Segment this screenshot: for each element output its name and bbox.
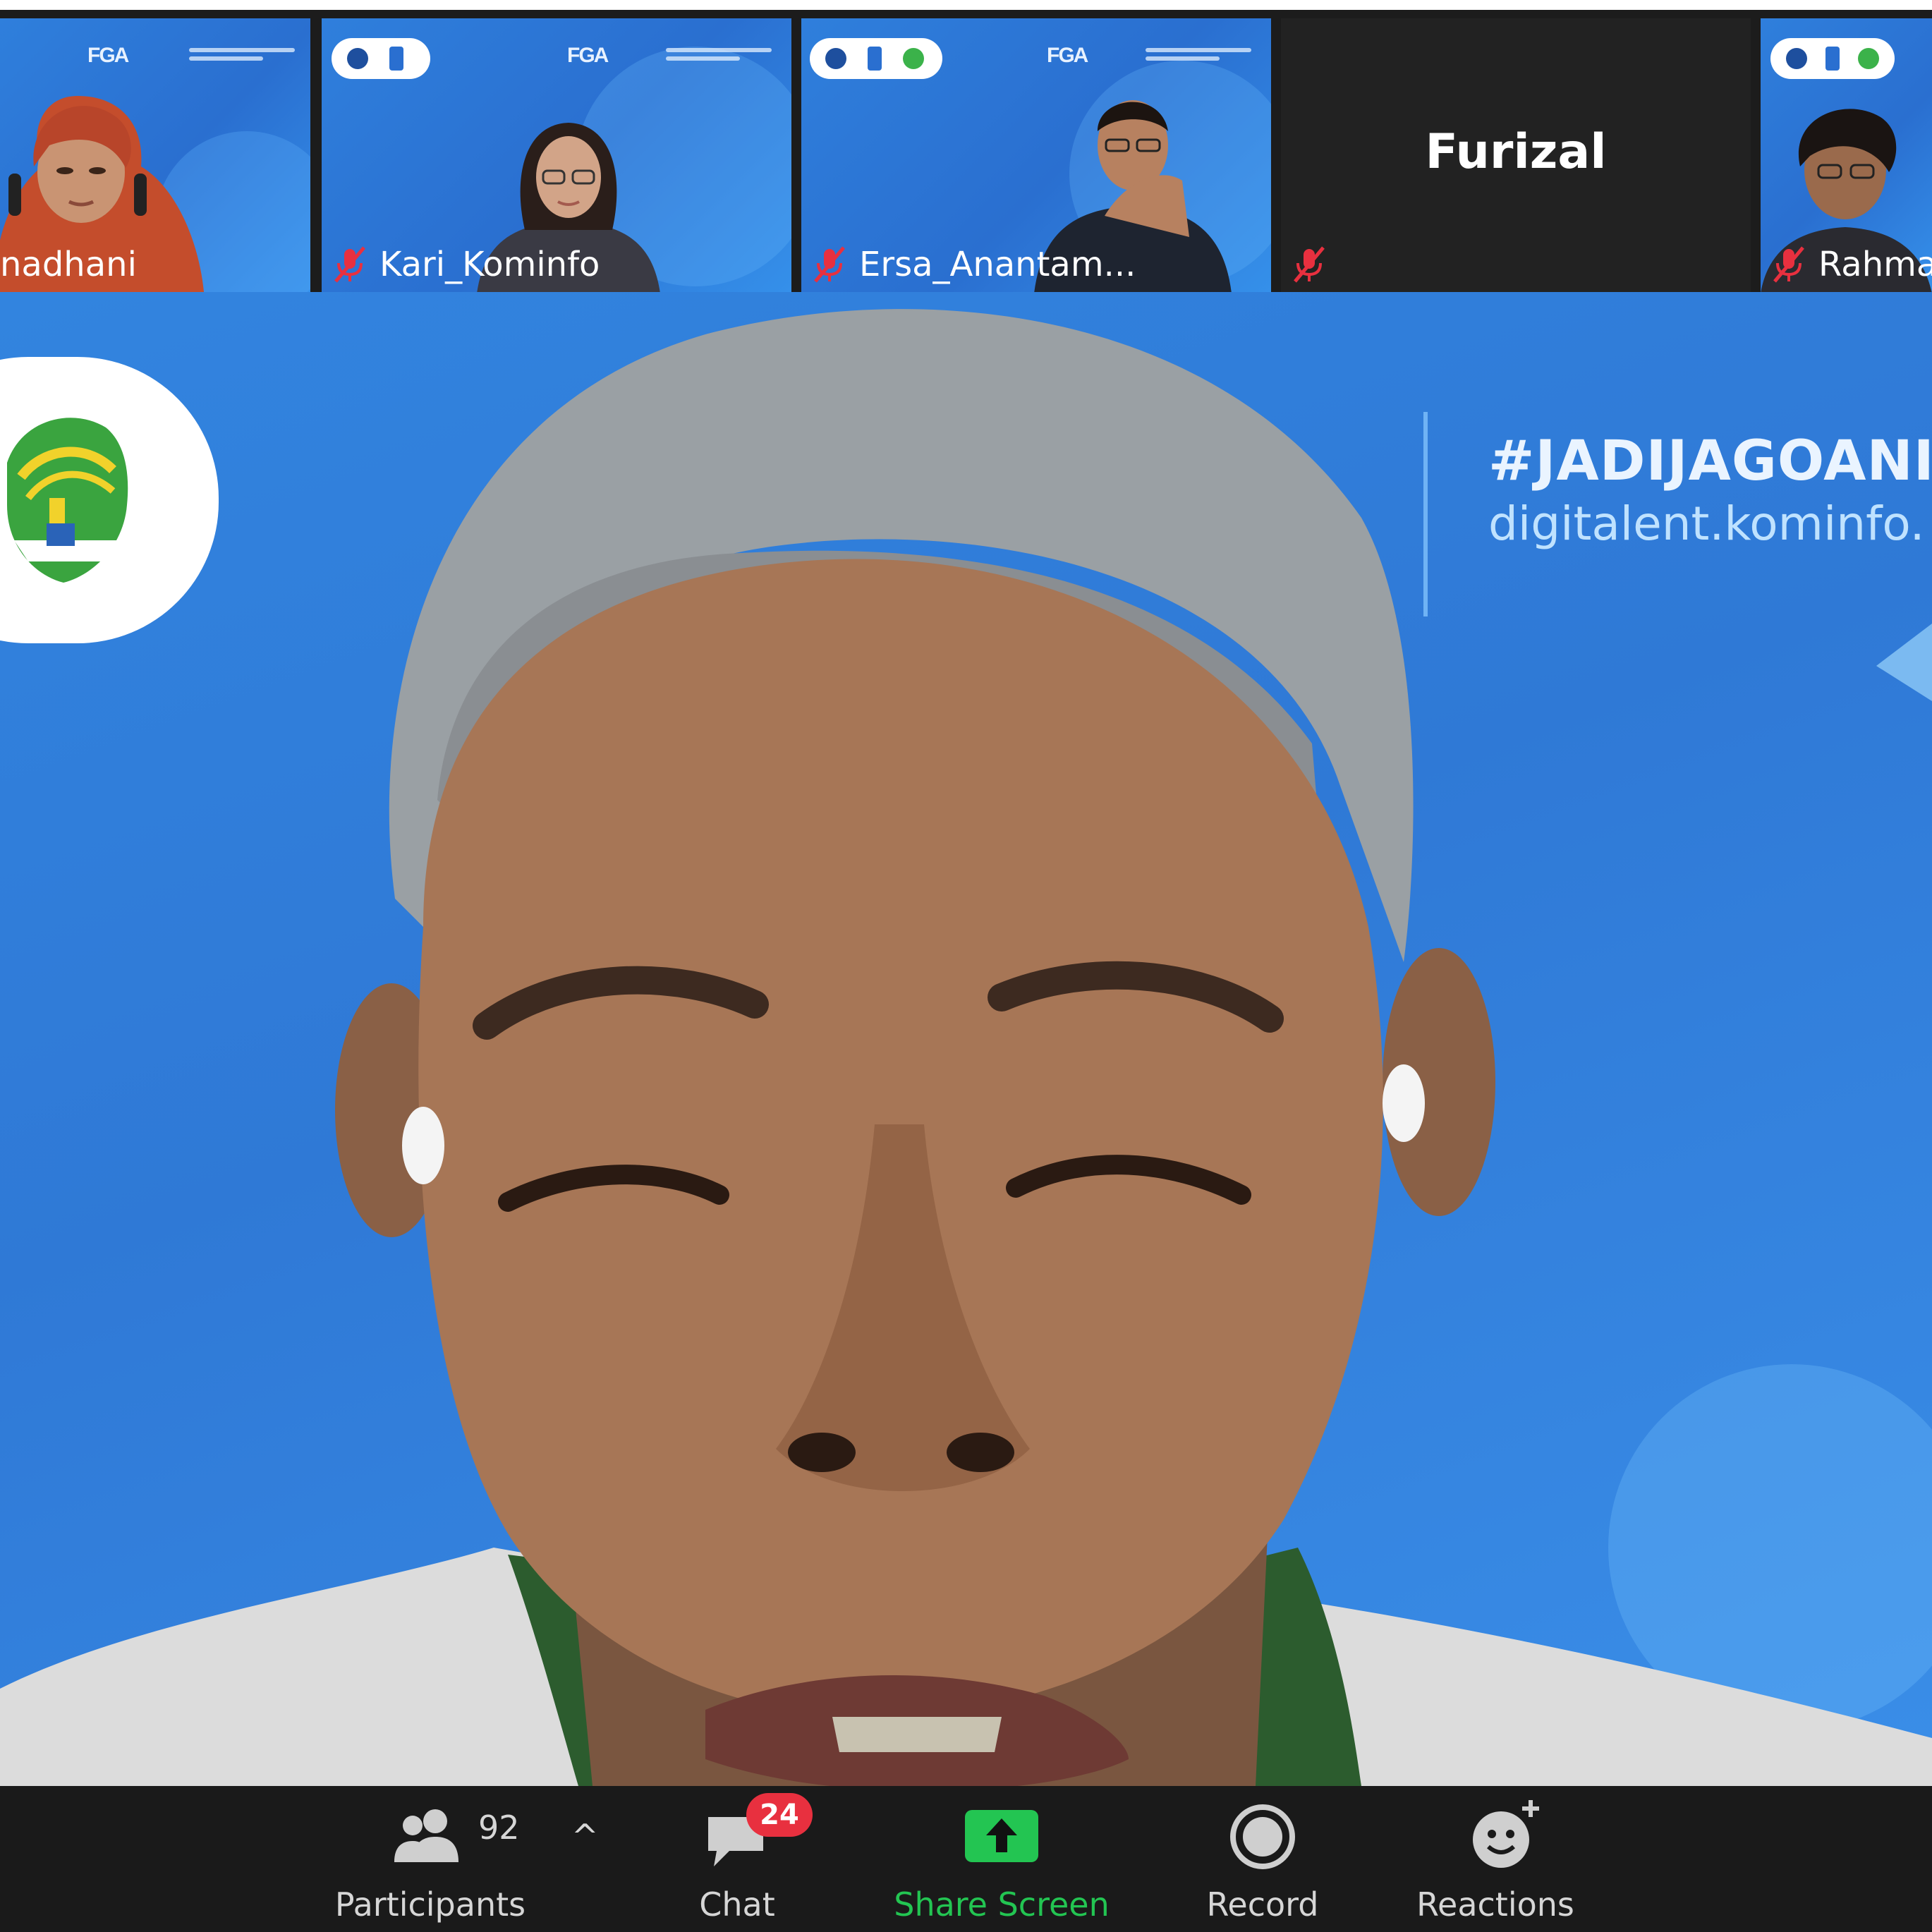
participant-tile[interactable]: FGA Ersa_Anantam...: [801, 18, 1271, 292]
reactions-label: Reactions: [1416, 1885, 1574, 1924]
participant-tile[interactable]: FGA Kari_Kominfo: [322, 18, 791, 292]
meeting-toolbar: 92 Participants ^ 24 Chat Share Screen R…: [0, 1786, 1932, 1932]
partner-logos: [1770, 38, 1895, 79]
active-speaker-video[interactable]: #JADIJAGOANI digitalent.kominfo.: [0, 292, 1932, 1786]
participant-name: Kari_Kominfo: [330, 244, 600, 285]
reactions-button[interactable]: Reactions: [1404, 1786, 1601, 1932]
record-button[interactable]: Record: [1171, 1786, 1354, 1932]
participant-tile[interactable]: Furizal: [1281, 18, 1751, 292]
participants-icon: [394, 1809, 458, 1862]
fga-banner: FGA: [87, 44, 129, 67]
zoom-meeting-window: FGA nadhani FGA Kari_Kominfo FGA Ersa_An…: [0, 0, 1932, 1932]
participant-tile[interactable]: FGA nadhani: [0, 18, 310, 292]
participant-name: [1289, 244, 1339, 285]
chat-button[interactable]: 24 Chat: [677, 1786, 813, 1932]
share-screen-label: Share Screen: [894, 1885, 1110, 1924]
chevron-up-icon: ^: [571, 1817, 599, 1855]
participants-button[interactable]: 92 Participants: [324, 1786, 536, 1932]
partner-logos: [810, 38, 942, 79]
participants-options-caret[interactable]: ^: [564, 1786, 607, 1932]
chat-label: Chat: [699, 1885, 775, 1924]
share-screen-icon: [965, 1810, 1038, 1862]
mic-muted-icon: [334, 246, 365, 283]
fga-banner: FGA: [567, 44, 609, 67]
participant-tile[interactable]: Rahma: [1761, 18, 1932, 292]
participant-name: Ersa_Anantam...: [810, 244, 1136, 285]
fga-banner: FGA: [1047, 44, 1088, 67]
mic-muted-icon: [1773, 246, 1804, 283]
reactions-icon: [1473, 1800, 1539, 1868]
participants-label: Participants: [334, 1885, 526, 1924]
participants-count: 92: [478, 1809, 520, 1847]
participant-strip: FGA nadhani FGA Kari_Kominfo FGA Ersa_An…: [0, 10, 1932, 292]
mic-muted-icon: [1294, 246, 1325, 283]
participant-name: Rahma: [1769, 244, 1932, 285]
mic-muted-icon: [814, 246, 845, 283]
participant-name: nadhani: [0, 245, 137, 284]
partner-logos: [332, 38, 430, 79]
chat-unread-badge: 24: [746, 1793, 813, 1837]
share-screen-button[interactable]: Share Screen: [889, 1786, 1114, 1932]
record-icon: [1230, 1804, 1295, 1869]
participant-display-name: Furizal: [1425, 124, 1607, 180]
record-label: Record: [1206, 1885, 1319, 1924]
speaker-person: [0, 309, 1932, 1786]
